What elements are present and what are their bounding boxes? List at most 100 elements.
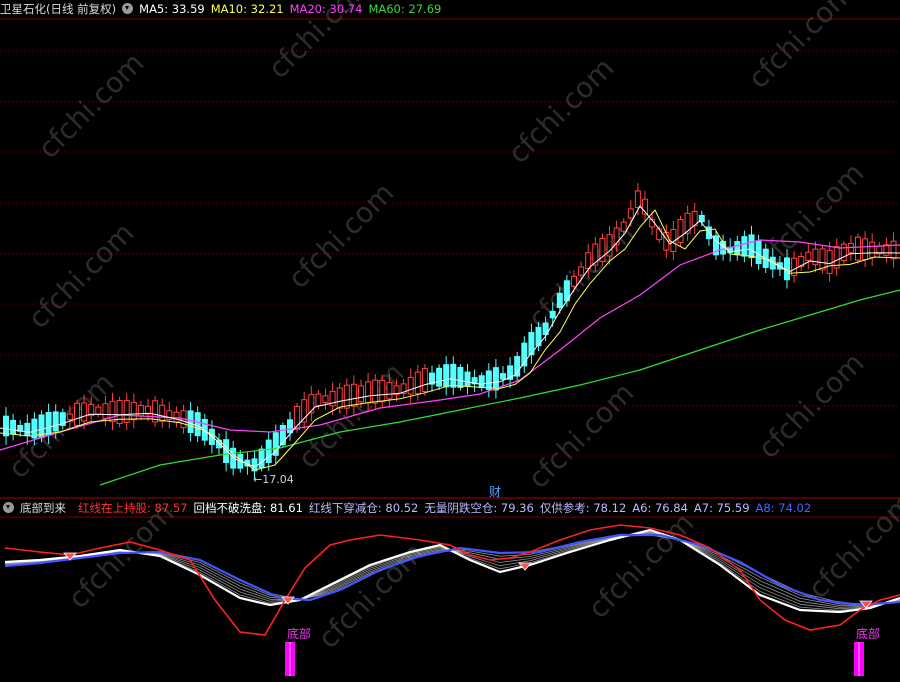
- candle: [287, 419, 293, 434]
- indicator-value-7: A7: 75.59: [693, 501, 750, 515]
- candle: [372, 379, 379, 404]
- candle: [358, 385, 364, 403]
- candle: [258, 448, 265, 469]
- candle: [414, 371, 421, 395]
- candle: [464, 371, 471, 387]
- bottom-signal-label: 底部: [856, 627, 881, 641]
- candle: [890, 240, 897, 260]
- candle: [74, 402, 80, 426]
- candle: [492, 367, 499, 391]
- watermark: cfchi.com: [32, 46, 151, 165]
- candle: [159, 404, 166, 422]
- candle: [855, 236, 861, 261]
- candle: [308, 394, 315, 414]
- candle: [130, 401, 137, 421]
- dropdown-icon[interactable]: [122, 3, 134, 14]
- indicator-name: 底部到来: [20, 501, 66, 515]
- candle: [549, 310, 556, 319]
- watermark: cfchi.com: [282, 176, 401, 295]
- indicator-dropdown-icon[interactable]: [3, 502, 14, 513]
- candle: [556, 292, 563, 309]
- watermark: cfchi.com: [742, 0, 861, 95]
- candle: [585, 252, 592, 269]
- ma5-value: MA5: 33.59: [139, 2, 205, 16]
- candle: [194, 412, 201, 437]
- candle: [66, 413, 73, 420]
- candle: [478, 375, 485, 389]
- candle: [95, 406, 102, 415]
- candle: [81, 402, 88, 422]
- candle: [578, 266, 585, 276]
- candle: [265, 439, 272, 464]
- candle: [407, 376, 414, 395]
- indicator-value-1: 红线在上持股: 87.57: [78, 501, 188, 515]
- watermark: cfchi.com: [292, 356, 411, 475]
- candle: [677, 219, 684, 243]
- candle: [755, 240, 762, 264]
- candle: [187, 410, 194, 433]
- candle: [592, 243, 599, 266]
- indicator-value-3: 红线下穿减仓: 80.52: [308, 501, 419, 515]
- candle: [485, 370, 492, 390]
- candle: [315, 393, 322, 406]
- candle: [223, 439, 230, 464]
- candle: [365, 381, 372, 404]
- candle: [734, 241, 741, 256]
- candle: [386, 382, 393, 400]
- candle: [826, 249, 833, 274]
- candle: [45, 412, 52, 436]
- candle: [571, 275, 577, 287]
- indicator-value-6: A6: 76.84: [632, 501, 688, 515]
- low-price-marker: ←17.04: [253, 473, 294, 486]
- indicator-value-2: 回档不破洗盘: 81.61: [193, 501, 303, 515]
- candle: [819, 248, 826, 271]
- candle: [741, 236, 748, 257]
- indicator-panel-header: 底部到来 红线在上持股: 87.57 回档不破洗盘: 81.61 红线下穿减仓: 80…: [0, 499, 817, 517]
- candle: [500, 373, 506, 380]
- finance-marker[interactable]: 财: [489, 483, 501, 500]
- candle: [336, 387, 343, 409]
- candle: [450, 363, 457, 388]
- ma10-value: MA10: 32.21: [210, 2, 284, 16]
- watermark: cfchi.com: [22, 216, 141, 335]
- candle: [443, 364, 450, 388]
- candle: [457, 366, 464, 388]
- candle: [109, 400, 116, 423]
- candle: [748, 234, 755, 259]
- main-panel-header: 卫星石化(日线 前复权) MA5: 33.59 MA10: 32.21 MA20: 3…: [0, 0, 447, 18]
- stock-title: 卫星石化(日线 前复权): [0, 2, 117, 16]
- candle: [862, 238, 869, 261]
- candle: [421, 368, 428, 393]
- watermark: cfchi.com: [582, 506, 701, 625]
- candle: [613, 227, 620, 245]
- candle: [10, 419, 17, 435]
- ma20-value: MA20: 30.74: [289, 2, 363, 16]
- candle: [514, 356, 521, 377]
- candle: [173, 411, 180, 423]
- candle: [634, 190, 641, 208]
- ma60-value: MA60: 27.69: [368, 2, 442, 16]
- candle: [869, 241, 876, 258]
- indicator-value-4: 无量阴跌空仓: 79.36: [424, 501, 534, 515]
- stock-chart-window: cfchi.com cfchi.com cfchi.com cfchi.com cfch…: [0, 0, 900, 682]
- candle: [343, 384, 350, 409]
- candle: [805, 251, 812, 261]
- candle: [350, 383, 357, 407]
- candle: [272, 432, 279, 456]
- candle: [24, 422, 31, 437]
- candle: [52, 411, 59, 432]
- candle: [102, 403, 109, 419]
- candle: [656, 228, 663, 241]
- candle: [436, 367, 443, 387]
- indicator-value-8: A8: 74.02: [755, 501, 812, 515]
- indicator-value-5: 仅供参考: 78.12: [539, 501, 627, 515]
- candle: [627, 208, 634, 219]
- bottom-signal-label: 底部: [287, 627, 312, 641]
- candle: [620, 221, 627, 232]
- candle: [116, 400, 123, 424]
- candle: [3, 415, 9, 437]
- candle: [230, 447, 237, 469]
- candle: [322, 395, 329, 404]
- candle: [379, 380, 386, 403]
- chart-canvas[interactable]: cfchi.com cfchi.com cfchi.com cfchi.com cfch…: [0, 0, 900, 682]
